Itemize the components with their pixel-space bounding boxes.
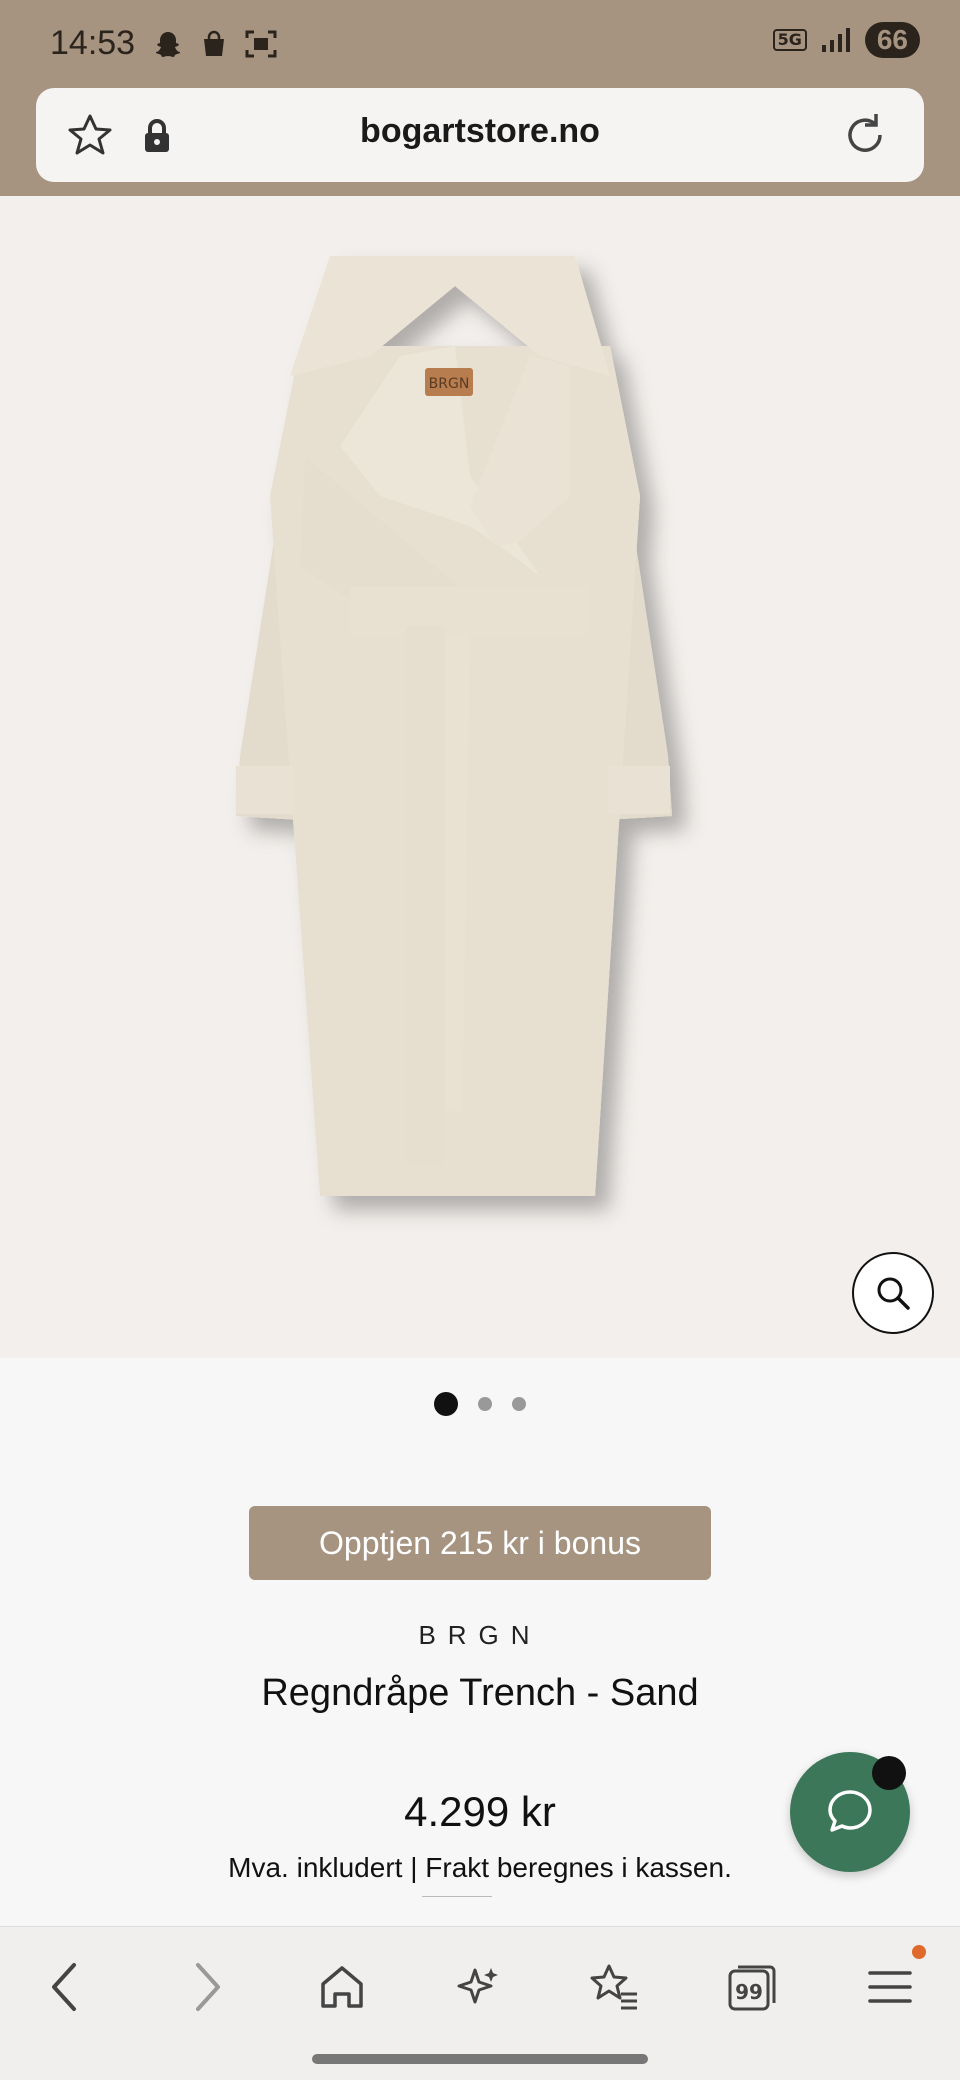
- shopping-bag-icon: [198, 28, 230, 60]
- coat-label-text: BRGN: [429, 376, 470, 392]
- status-right-icons: 5G 66: [772, 22, 920, 58]
- home-icon[interactable]: [310, 1955, 374, 2019]
- sparkle-icon[interactable]: [446, 1955, 510, 2019]
- carousel-dot-2[interactable]: [478, 1397, 492, 1411]
- chat-bubble-icon: [828, 1790, 872, 1832]
- trench-coat-image: BRGN: [236, 256, 672, 1196]
- status-bar: 14:53 5G 66 bogartstore.no: [0, 0, 960, 196]
- snapchat-icon: [152, 28, 184, 60]
- bonus-button[interactable]: Opptjen 215 kr i bonus: [249, 1506, 711, 1580]
- tabs-count: 99: [735, 1980, 763, 2004]
- divider: [422, 1896, 492, 1897]
- zoom-button[interactable]: [852, 1252, 934, 1334]
- tabs-icon[interactable]: 99: [720, 1955, 784, 2019]
- forward-icon[interactable]: [174, 1955, 238, 2019]
- product-title: Regndråpe Trench - Sand: [261, 1672, 699, 1714]
- product-image[interactable]: BRGN: [0, 196, 960, 1358]
- chat-notification-badge: [872, 1756, 906, 1790]
- address-bar[interactable]: bogartstore.no: [36, 88, 924, 182]
- signal-icon: [821, 27, 851, 53]
- carousel-dot-3[interactable]: [512, 1397, 526, 1411]
- carousel-dot-1[interactable]: [434, 1392, 458, 1416]
- status-notification-icons: [152, 28, 277, 60]
- favorites-icon[interactable]: [582, 1955, 646, 2019]
- product-brand[interactable]: BRGN: [0, 1620, 960, 1651]
- network-5g-label: 5G: [772, 29, 807, 51]
- screenshot-icon: [244, 28, 277, 60]
- menu-icon[interactable]: [858, 1955, 922, 2019]
- home-indicator[interactable]: [312, 2054, 648, 2064]
- magnifier-icon: [877, 1277, 910, 1310]
- carousel-dots: [0, 1392, 960, 1416]
- menu-notification-badge: [912, 1945, 926, 1959]
- back-icon[interactable]: [34, 1955, 98, 2019]
- battery-indicator: 66: [864, 22, 920, 58]
- url-text[interactable]: bogartstore.no: [36, 112, 924, 151]
- reload-icon[interactable]: [840, 110, 890, 160]
- status-time: 14:53: [50, 24, 136, 62]
